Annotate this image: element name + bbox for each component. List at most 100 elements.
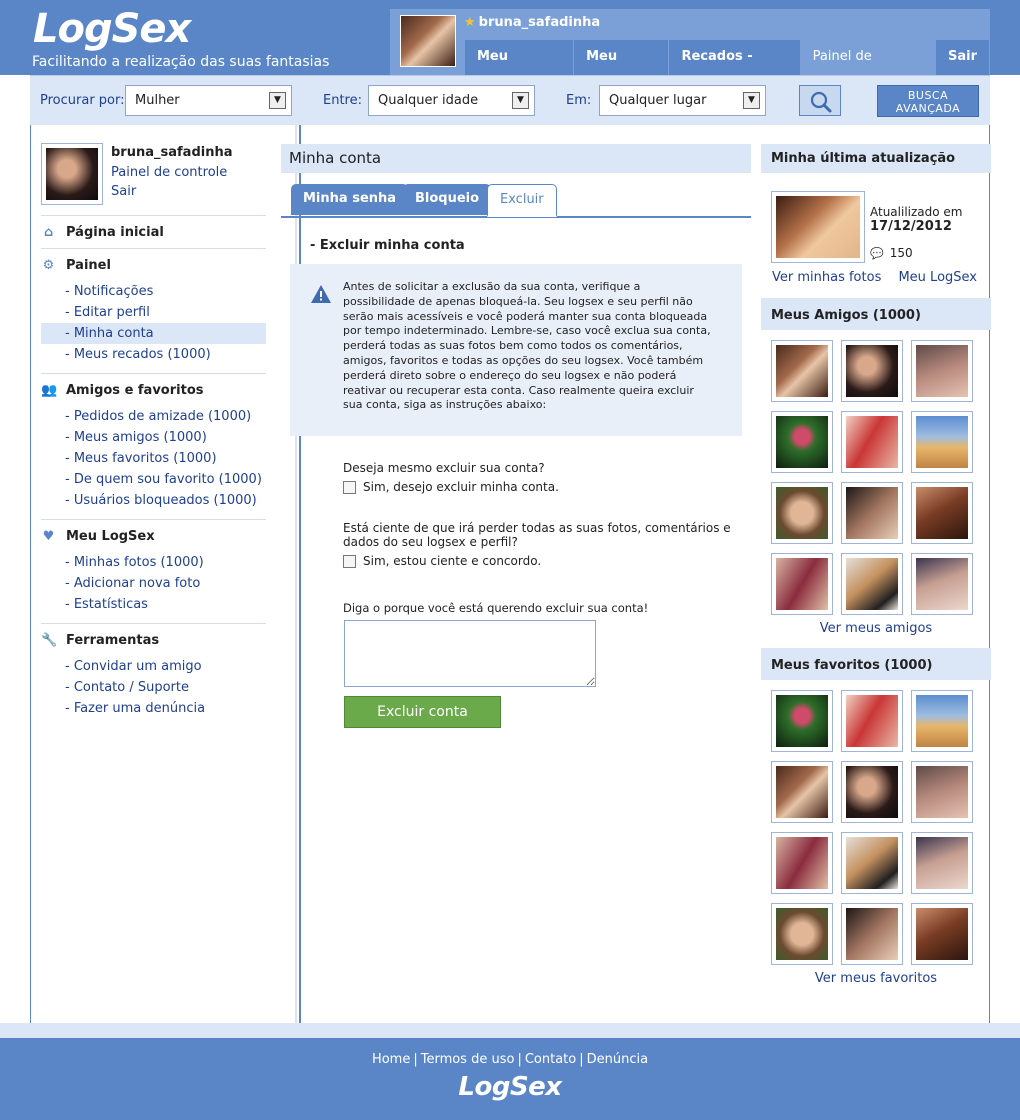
favorites-grid [761,680,991,965]
favorites-title: Meus favoritos (1000) [761,651,991,680]
friend-thumb[interactable] [841,411,903,473]
search-label-em: Em: [566,93,592,108]
footer-link-contato[interactable]: Contato [525,1052,576,1067]
chevron-down-icon: ▼ [743,92,760,109]
sidebar-item-editar-perfil[interactable]: - Editar perfil [41,302,266,323]
search-select-gender[interactable]: Mulher ▼ [125,85,292,116]
friend-thumb[interactable] [771,553,833,615]
friend-thumb[interactable] [911,553,973,615]
photo-thumbnail [916,908,968,960]
advanced-search-button[interactable]: BUSCA AVANÇADA [877,85,979,117]
favorite-thumb[interactable] [841,690,903,752]
favorite-thumb[interactable] [771,832,833,894]
footer-stripe [0,1023,1020,1038]
friend-thumb[interactable] [841,340,903,402]
my-logsex-link[interactable]: Meu LogSex [898,270,977,285]
sidebar-item-minha-conta[interactable]: - Minha conta [41,323,266,344]
favorite-thumb[interactable] [841,903,903,965]
checkbox-box[interactable] [343,480,356,494]
photo-thumbnail [776,908,828,960]
reason-textarea[interactable] [344,620,596,687]
nav-sair[interactable]: Sair [935,40,990,75]
favorite-thumb[interactable] [911,761,973,823]
tab-excluir[interactable]: Excluir [487,184,557,217]
favorite-thumb[interactable] [911,690,973,752]
sidebar-item-home[interactable]: ⌂ Página inicial [41,216,266,248]
friend-thumb[interactable] [841,553,903,615]
favorite-thumb[interactable] [771,761,833,823]
photo-thumbnail [846,837,898,889]
nav-painel-de-controle[interactable]: Painel de controle [800,40,936,97]
footer-link-home[interactable]: Home [372,1052,410,1067]
footer-link-termos[interactable]: Termos de uso [421,1052,515,1067]
friend-thumb[interactable] [841,482,903,544]
nav-meu-logsex[interactable]: Meu LogSex [465,40,575,97]
friend-thumb[interactable] [911,411,973,473]
account-tabs: Minha senha Bloqueio Excluir [281,184,751,218]
sidebar-item-usuarios-bloqueados[interactable]: - Usuários bloqueados (1000) [41,490,266,511]
footer-link-denuncia[interactable]: Denúncia [587,1052,648,1067]
last-update-box: Atualilizado em 17/12/2012 💬 150 Ver min… [761,173,991,286]
section-heading: - Excluir minha conta [310,238,465,253]
sidebar-item-fazer-denuncia[interactable]: - Fazer uma denúncia [41,698,266,719]
see-my-photos-link[interactable]: Ver minhas fotos [772,270,881,285]
sidebar-item-pedidos-amizade[interactable]: - Pedidos de amizade (1000) [41,406,266,427]
friend-thumb[interactable] [771,482,833,544]
favorite-thumb[interactable] [911,832,973,894]
question-reason: Diga o porque você está querendo excluir… [343,601,649,615]
sidebar-avatar[interactable] [41,143,103,205]
confirm-delete-label: Sim, desejo excluir minha conta. [363,480,559,494]
checkbox-box[interactable] [343,554,356,568]
sidebar-item-convidar-amigo[interactable]: - Convidar um amigo [41,656,266,677]
tab-minha-senha[interactable]: Minha senha [291,184,409,215]
sidebar-item-notificacoes[interactable]: - Notificações [41,281,266,302]
photo-thumbnail [776,837,828,889]
sidebar-panel-link[interactable]: Painel de controle [111,165,227,180]
search-button[interactable] [799,85,841,116]
friend-thumb[interactable] [771,411,833,473]
last-update-photo[interactable] [771,191,865,263]
sidebar-item-estatisticas[interactable]: - Estatísticas [41,594,266,615]
avatar [46,148,98,200]
favorite-thumb[interactable] [841,832,903,894]
header-avatar[interactable] [400,15,456,67]
sidebar-item-minhas-fotos[interactable]: - Minhas fotos (1000) [41,552,266,573]
sidebar-item-contato-suporte[interactable]: - Contato / Suporte [41,677,266,698]
favorite-thumb[interactable] [771,903,833,965]
header-username[interactable]: ★ bruna_safadinha [464,15,600,30]
sidebar-username[interactable]: bruna_safadinha [111,145,232,160]
favorite-thumb[interactable] [841,761,903,823]
sidebar-item-meus-amigos[interactable]: - Meus amigos (1000) [41,427,266,448]
nav-recados[interactable]: Recados - 1000 [669,40,801,97]
sidebar-item-meus-favoritos[interactable]: - Meus favoritos (1000) [41,448,266,469]
search-select-age[interactable]: Qualquer idade ▼ [368,85,535,116]
favorite-thumb[interactable] [771,690,833,752]
footer-logo[interactable]: LogSex [0,1072,1020,1102]
friend-thumb[interactable] [911,482,973,544]
confirm-delete-checkbox[interactable]: Sim, desejo excluir minha conta. [343,480,559,494]
favorite-thumb[interactable] [911,903,973,965]
sidebar-exit-link[interactable]: Sair [111,184,136,199]
search-select-location[interactable]: Qualquer lugar ▼ [599,85,766,116]
sidebar-group-meulogsex: ♥ Meu LogSex - Minhas fotos (1000) - Adi… [41,520,266,623]
photo-thumbnail [916,766,968,818]
see-favorites-link[interactable]: Ver meus favoritos [815,971,937,986]
last-update-date: 17/12/2012 [870,219,952,234]
site-logo[interactable]: LogSex [33,6,191,52]
nav-meu-perfil[interactable]: Meu perfil [574,40,670,97]
friend-thumb[interactable] [911,340,973,402]
photo-thumbnail [846,416,898,468]
photo-thumbnail [776,695,828,747]
see-friends-link[interactable]: Ver meus amigos [820,621,932,636]
search-label-procurar: Procurar por: [40,93,125,108]
heart-icon: ♥ [42,528,55,544]
aware-loss-checkbox[interactable]: Sim, estou ciente e concordo. [343,554,541,568]
sidebar-item-adicionar-foto[interactable]: - Adicionar nova foto [41,573,266,594]
friend-thumb[interactable] [771,340,833,402]
tab-bloqueio[interactable]: Bloqueio [403,184,492,215]
content-frame: bruna_safadinha Painel de controle Sair … [30,125,991,1023]
delete-account-button[interactable]: Excluir conta [344,696,501,728]
right-column: Minha última atualização Atualilizado em… [761,144,991,986]
sidebar-item-de-quem-sou-favorito[interactable]: - De quem sou favorito (1000) [41,469,266,490]
sidebar-item-meus-recados[interactable]: - Meus recados (1000) [41,344,266,365]
